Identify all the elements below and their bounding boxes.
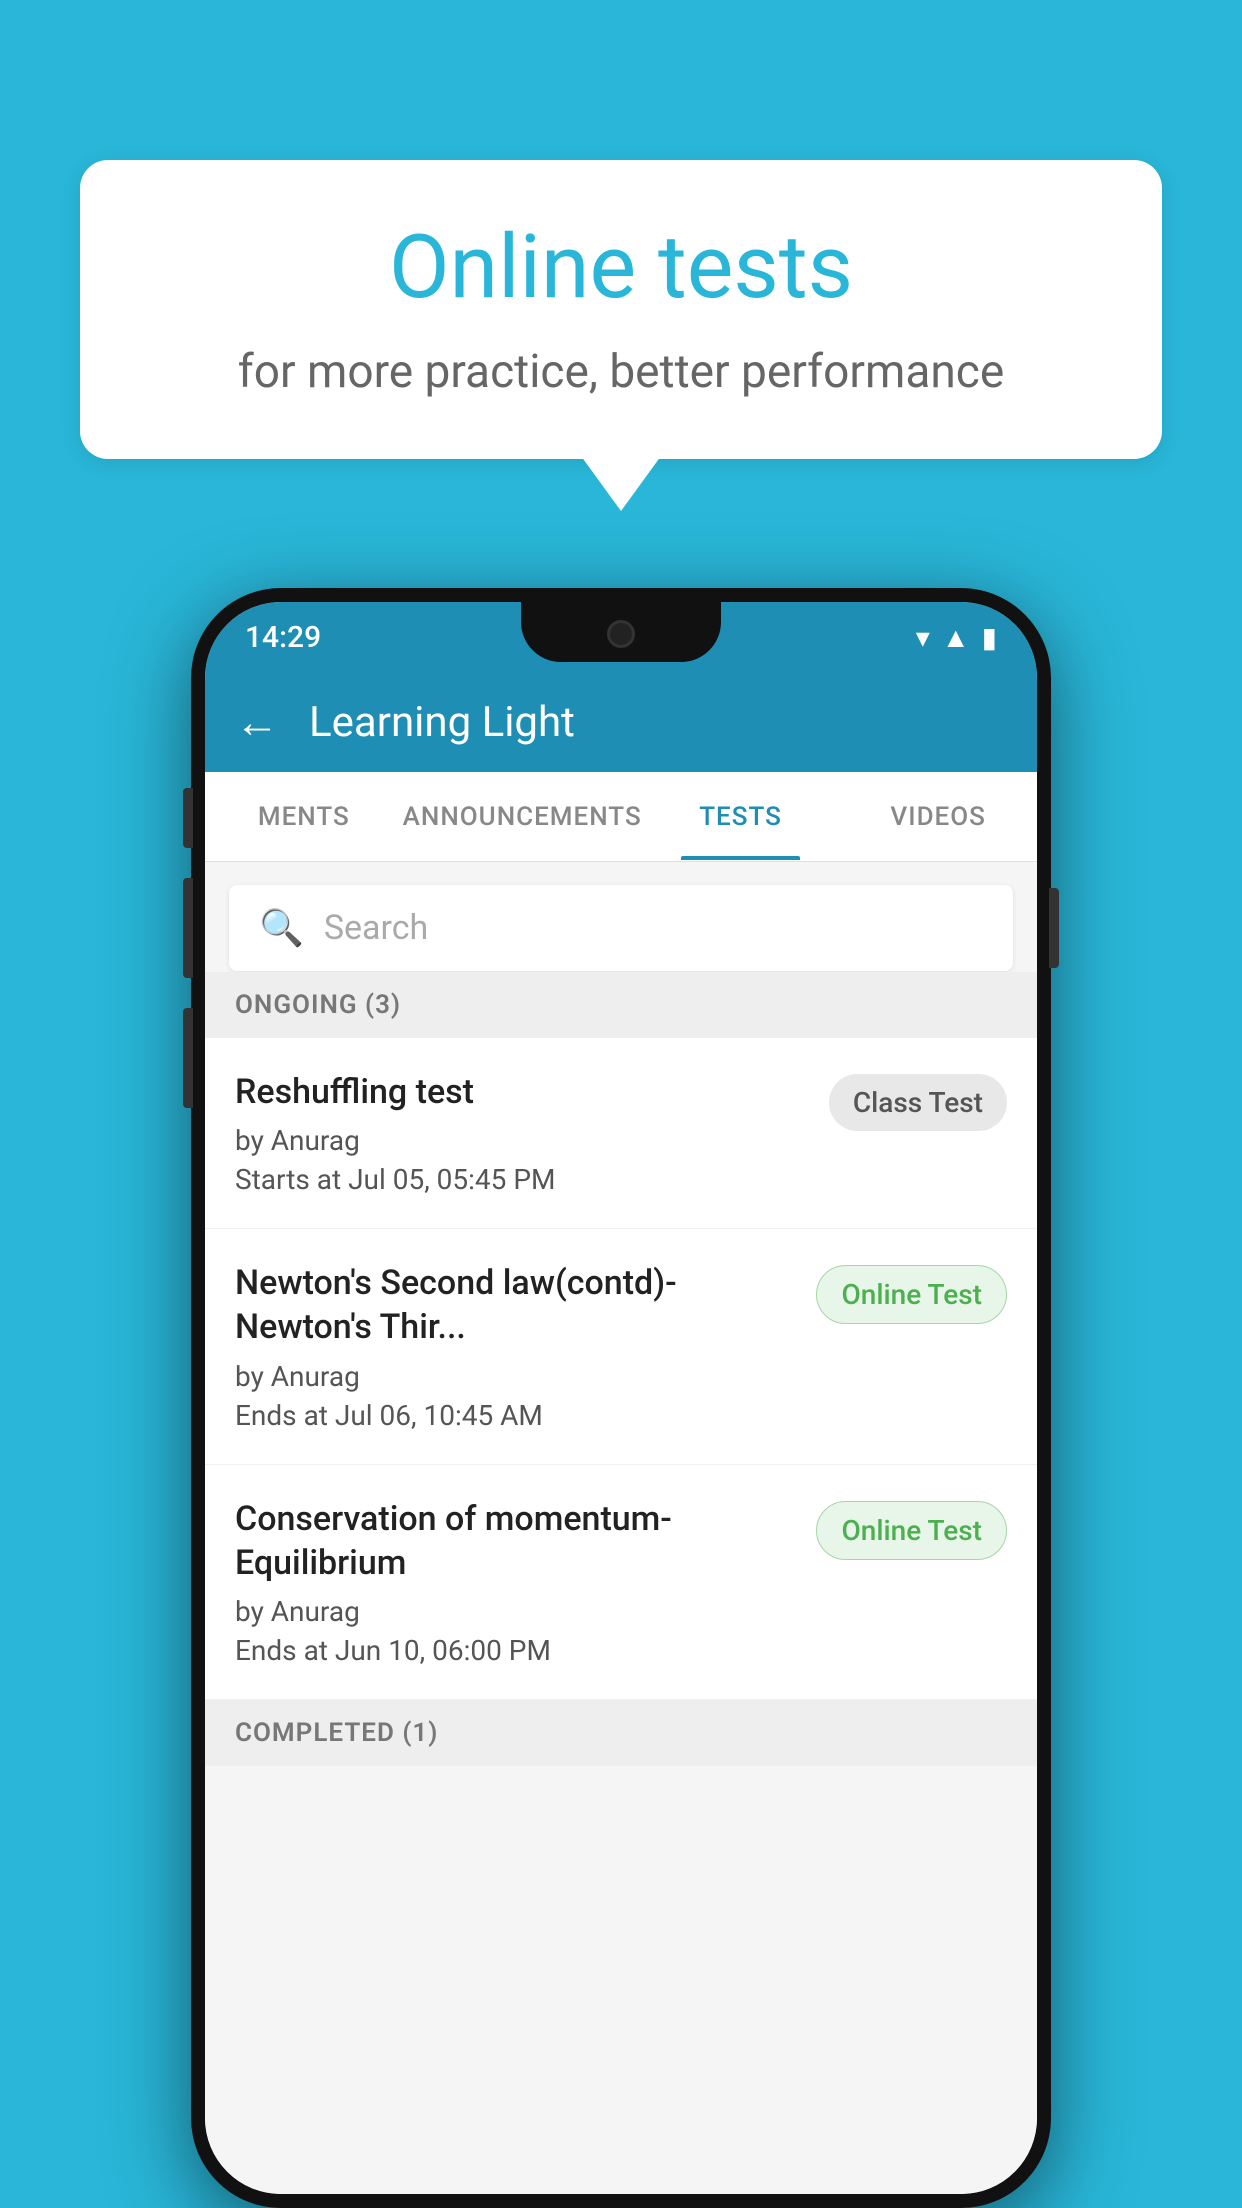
tab-tests[interactable]: TESTS xyxy=(642,774,840,860)
power-button xyxy=(1049,888,1059,968)
content-area: ONGOING (3) Reshuffling test by Anurag S… xyxy=(205,972,1037,2194)
search-container: 🔍 Search xyxy=(205,867,1037,989)
bubble-subtitle: for more practice, better performance xyxy=(160,345,1082,399)
test-author-2: by Anurag xyxy=(235,1360,796,1393)
search-icon: 🔍 xyxy=(259,907,304,949)
test-item-newtons[interactable]: Newton's Second law(contd)-Newton's Thir… xyxy=(205,1229,1037,1464)
volume-down-button xyxy=(183,1008,193,1108)
phone-frame: 14:29 ▾ ▲ ▮ ← Learning Light MENTS ANNOU… xyxy=(191,588,1051,2208)
test-title-3: Conservation of momentum-Equilibrium xyxy=(235,1497,796,1585)
phone-screen: 14:29 ▾ ▲ ▮ ← Learning Light MENTS ANNOU… xyxy=(205,602,1037,2194)
test-date-1: Starts at Jul 05, 05:45 PM xyxy=(235,1163,809,1196)
status-icons: ▾ ▲ ▮ xyxy=(916,621,997,654)
test-badge-2: Online Test xyxy=(816,1265,1007,1324)
test-item-content-2: Newton's Second law(contd)-Newton's Thir… xyxy=(235,1261,816,1431)
test-item-content-1: Reshuffling test by Anurag Starts at Jul… xyxy=(235,1070,829,1196)
tab-videos[interactable]: VIDEOS xyxy=(839,774,1037,860)
test-title-1: Reshuffling test xyxy=(235,1070,809,1114)
tab-announcements[interactable]: ANNOUNCEMENTS xyxy=(403,774,642,860)
test-author-3: by Anurag xyxy=(235,1595,796,1628)
volume-up-button xyxy=(183,878,193,978)
phone-mockup: 14:29 ▾ ▲ ▮ ← Learning Light MENTS ANNOU… xyxy=(191,588,1051,2208)
completed-section-header: COMPLETED (1) xyxy=(205,1700,1037,1766)
bubble-title: Online tests xyxy=(160,220,1082,317)
silent-button xyxy=(183,788,193,848)
search-input[interactable]: 🔍 Search xyxy=(229,885,1013,971)
test-badge-3: Online Test xyxy=(816,1501,1007,1560)
battery-icon: ▮ xyxy=(982,621,997,654)
test-date-2: Ends at Jul 06, 10:45 AM xyxy=(235,1399,796,1432)
speech-bubble: Online tests for more practice, better p… xyxy=(80,160,1162,459)
tab-ments[interactable]: MENTS xyxy=(205,774,403,860)
front-camera xyxy=(607,620,635,648)
app-bar: ← Learning Light xyxy=(205,672,1037,772)
test-badge-1: Class Test xyxy=(829,1074,1007,1131)
test-item-conservation[interactable]: Conservation of momentum-Equilibrium by … xyxy=(205,1465,1037,1700)
signal-icon: ▲ xyxy=(942,621,970,654)
back-button[interactable]: ← xyxy=(235,696,279,748)
search-placeholder: Search xyxy=(324,908,428,948)
phone-notch xyxy=(521,602,721,662)
test-item-reshuffling[interactable]: Reshuffling test by Anurag Starts at Jul… xyxy=(205,1038,1037,1229)
ongoing-section-header: ONGOING (3) xyxy=(205,972,1037,1038)
status-time: 14:29 xyxy=(245,620,321,655)
test-item-content-3: Conservation of momentum-Equilibrium by … xyxy=(235,1497,816,1667)
app-title: Learning Light xyxy=(309,698,575,747)
test-title-2: Newton's Second law(contd)-Newton's Thir… xyxy=(235,1261,796,1349)
test-author-1: by Anurag xyxy=(235,1124,809,1157)
tabs-container: MENTS ANNOUNCEMENTS TESTS VIDEOS xyxy=(205,772,1037,862)
test-date-3: Ends at Jun 10, 06:00 PM xyxy=(235,1634,796,1667)
wifi-icon: ▾ xyxy=(916,621,930,654)
